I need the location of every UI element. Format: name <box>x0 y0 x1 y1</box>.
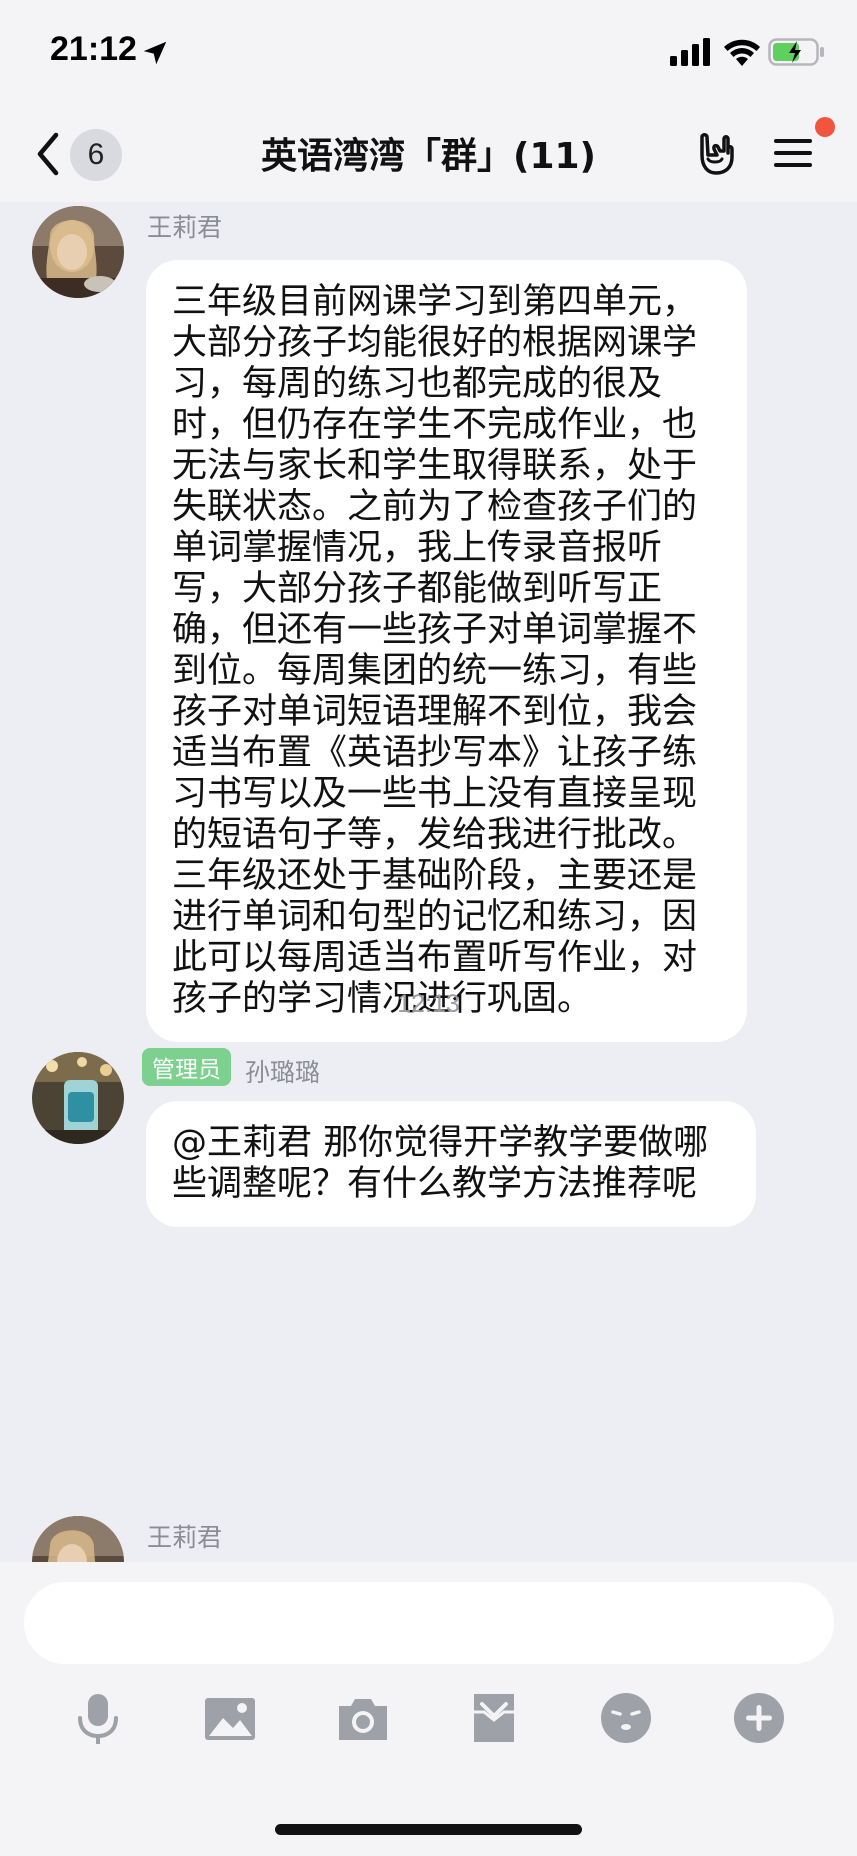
avatar-photo <box>32 1516 124 1562</box>
avatar-photo <box>32 206 124 298</box>
location-arrow-icon <box>143 41 167 65</box>
sender-name: 王莉君 <box>147 213 223 242</box>
notification-dot <box>815 117 835 137</box>
menu-icon[interactable] <box>770 131 816 175</box>
plus-icon[interactable] <box>731 1690 787 1746</box>
battery-charging-icon <box>768 38 824 66</box>
sender-name: 孙璐璐 <box>245 1058 321 1087</box>
wifi-icon <box>724 39 760 66</box>
microphone-icon[interactable] <box>70 1690 126 1746</box>
avatar[interactable] <box>32 206 124 298</box>
gesture-hand-icon[interactable] <box>690 127 738 177</box>
message-timestamp: 12:13 <box>397 990 460 1018</box>
message-bubble[interactable]: @王莉君 那你觉得开学教学要做哪些调整呢？有什么教学方法推荐呢 <box>146 1101 756 1227</box>
message-input[interactable] <box>24 1582 834 1664</box>
cellular-signal-icon <box>670 38 710 66</box>
admin-badge: 管理员 <box>142 1048 231 1086</box>
home-indicator[interactable] <box>275 1824 582 1835</box>
camera-icon[interactable] <box>335 1690 391 1746</box>
chat-title: 英语湾湾「群」(11) <box>260 136 596 177</box>
image-icon[interactable] <box>202 1690 258 1746</box>
nav-bar: 6 英语湾湾「群」(11) <box>0 105 857 202</box>
file-icon[interactable] <box>466 1690 522 1746</box>
status-time: 21:12 <box>50 30 137 68</box>
emoji-icon[interactable] <box>598 1690 654 1746</box>
status-bar: 21:12 <box>0 0 857 105</box>
chat-messages[interactable]: 王莉君 三年级目前网课学习到第四单元，大部分孩子均能很好的根据网课学习，每周的练… <box>0 202 857 1562</box>
input-area <box>0 1562 857 1856</box>
avatar[interactable] <box>32 1052 124 1144</box>
back-chevron-icon[interactable] <box>32 131 64 177</box>
unread-count-badge[interactable]: 6 <box>70 129 122 181</box>
sender-name: 王莉君 <box>147 1523 223 1552</box>
avatar[interactable] <box>32 1516 124 1562</box>
message-bubble[interactable]: 三年级目前网课学习到第四单元，大部分孩子均能很好的根据网课学习，每周的练习也都完… <box>146 260 747 1042</box>
avatar-photo <box>32 1052 124 1144</box>
